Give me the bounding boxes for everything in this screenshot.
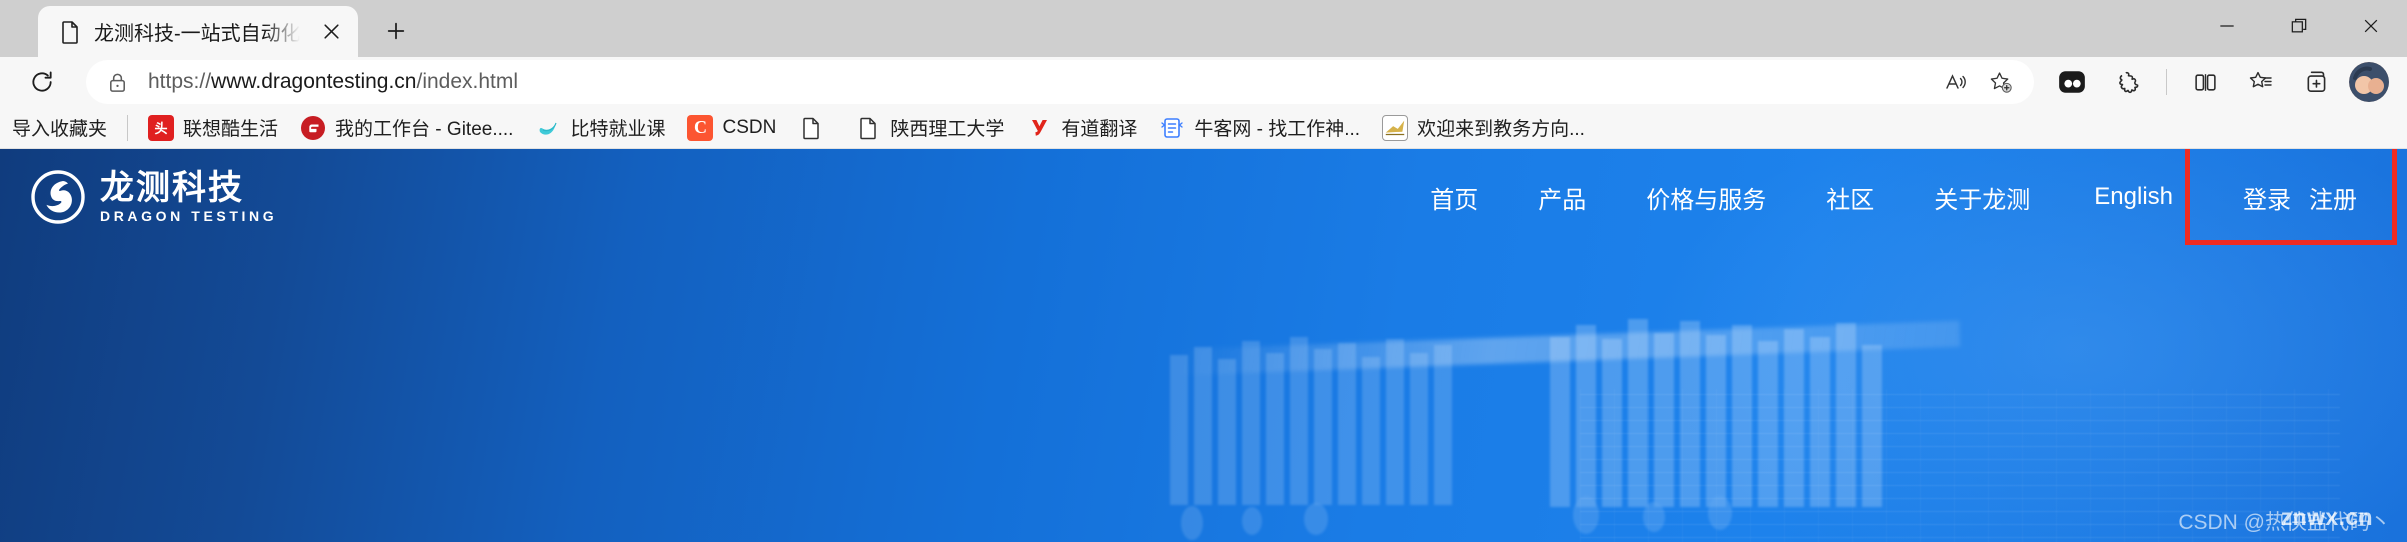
bookmark-import-label: 导入收藏夹 — [12, 119, 108, 140]
bookmarks-bar: 导入收藏夹 头 联想酷生活 我的工作台 - Gitee.... 比特就业课 C … — [0, 107, 2407, 149]
bookmark-import[interactable]: 导入收藏夹 — [2, 109, 117, 146]
url-text: https://www.dragontesting.cn/index.html — [148, 70, 518, 94]
omnibox-actions — [1936, 62, 2020, 102]
bookmark-label: 陕西理工大学 — [890, 119, 1005, 140]
extensions-icon[interactable] — [2104, 58, 2152, 106]
page-icon — [855, 115, 881, 141]
nav-item-products[interactable]: 产品 — [1508, 172, 1616, 223]
new-tab-button[interactable] — [370, 8, 422, 54]
restore-icon[interactable] — [2263, 0, 2335, 52]
bookmark-item-nowcoder[interactable]: 牛客网 - 找工作神... — [1149, 109, 1370, 146]
read-aloud-icon[interactable] — [1936, 62, 1976, 102]
url-host: www.dragontesting.cn — [211, 70, 417, 93]
watermark: CSDN @热侠盐代码丶 — [2178, 506, 2391, 536]
bookmark-item-lenovo[interactable]: 头 联想酷生活 — [138, 109, 288, 146]
tab-title: 龙测科技-一站式自动化测试工具 — [94, 23, 302, 45]
bookmark-label: 比特就业课 — [570, 119, 666, 140]
logo-chinese-name: 龙测科技 — [100, 168, 244, 207]
profile-avatar[interactable] — [2349, 62, 2389, 102]
nav-item-about[interactable]: 关于龙测 — [1904, 172, 2060, 223]
bit-icon — [535, 115, 561, 141]
bookmark-label: 我的工作台 - Gitee.... — [335, 119, 514, 140]
bookmark-item-csdn[interactable]: C CSDN — [677, 110, 786, 146]
browser-essentials-icon[interactable] — [2293, 58, 2341, 106]
watermark-csdn: CSDN @热侠盐代码丶 — [2178, 511, 2391, 534]
split-screen-icon[interactable] — [2181, 58, 2229, 106]
site-header: 龙测科技 DRAGON TESTING 首页 产品 价格与服务 社区 关于龙测 … — [0, 149, 2407, 245]
edu-icon — [1382, 114, 1409, 141]
bookmark-label: 有道翻译 — [1061, 119, 1138, 140]
nowcoder-icon — [1159, 115, 1185, 141]
main-nav: 首页 产品 价格与服务 社区 关于龙测 English 登录 注册 — [1400, 149, 2407, 245]
nav-item-home[interactable]: 首页 — [1400, 172, 1508, 223]
dragon-emblem-icon — [30, 169, 86, 225]
page-viewport: 龙测科技 DRAGON TESTING 首页 产品 价格与服务 社区 关于龙测 … — [0, 149, 2407, 542]
lock-icon[interactable] — [100, 65, 134, 99]
bookmark-label: CSDN — [722, 116, 777, 138]
youdao-icon — [1026, 115, 1052, 141]
copilot-icon[interactable] — [2048, 58, 2096, 106]
logo-text: 龙测科技 DRAGON TESTING — [100, 170, 277, 225]
tab-strip: 龙测科技-一站式自动化测试工具 — [0, 0, 2407, 57]
page-icon — [58, 20, 82, 44]
nav-item-language[interactable]: English — [2060, 175, 2199, 219]
auth-links: 登录 注册 — [2185, 149, 2397, 245]
bookmark-item-edu[interactable]: 欢迎来到教务方向... — [1372, 109, 1595, 146]
add-favorite-icon[interactable] — [1980, 62, 2020, 102]
bookmark-label: 欢迎来到教务方向... — [1417, 119, 1585, 140]
bookmark-item-youdao[interactable]: 有道翻译 — [1016, 109, 1147, 146]
register-link[interactable]: 注册 — [2309, 180, 2357, 215]
url-scheme: https:// — [148, 70, 212, 93]
close-icon[interactable] — [314, 15, 348, 49]
browser-toolbar: https://www.dragontesting.cn/index.html — [0, 57, 2407, 107]
window-controls — [2191, 0, 2407, 52]
close-window-icon[interactable] — [2335, 0, 2407, 52]
address-bar[interactable]: https://www.dragontesting.cn/index.html — [86, 60, 2034, 104]
csdn-icon: C — [687, 114, 714, 141]
lenovo-icon: 头 — [148, 114, 175, 141]
site-logo[interactable]: 龙测科技 DRAGON TESTING — [30, 169, 277, 225]
browser-tab[interactable]: 龙测科技-一站式自动化测试工具 — [38, 6, 358, 57]
bookmark-item-blank[interactable] — [788, 110, 843, 146]
bookmark-label: 联想酷生活 — [183, 119, 279, 140]
bookmarks-divider — [127, 114, 129, 141]
collections-icon[interactable] — [2237, 58, 2285, 106]
logo-english-name: DRAGON TESTING — [100, 207, 278, 224]
reload-icon[interactable] — [18, 58, 66, 106]
toolbar-divider — [2166, 69, 2167, 95]
minimize-icon[interactable] — [2191, 0, 2263, 52]
page-icon — [798, 115, 824, 141]
bookmark-item-snut[interactable]: 陕西理工大学 — [845, 109, 1014, 146]
gitee-icon — [300, 115, 326, 141]
bookmark-item-bit[interactable]: 比特就业课 — [525, 109, 675, 146]
nav-item-community[interactable]: 社区 — [1796, 172, 1904, 223]
highlight-annotation — [2185, 149, 2397, 245]
url-path: /index.html — [416, 70, 519, 93]
nav-item-pricing[interactable]: 价格与服务 — [1616, 172, 1796, 223]
login-link[interactable]: 登录 — [2243, 180, 2291, 215]
bookmark-item-gitee[interactable]: 我的工作台 - Gitee.... — [290, 109, 523, 146]
bookmark-label: 牛客网 - 找工作神... — [1194, 119, 1361, 140]
browser-window: 龙测科技-一站式自动化测试工具 — [0, 0, 2407, 542]
